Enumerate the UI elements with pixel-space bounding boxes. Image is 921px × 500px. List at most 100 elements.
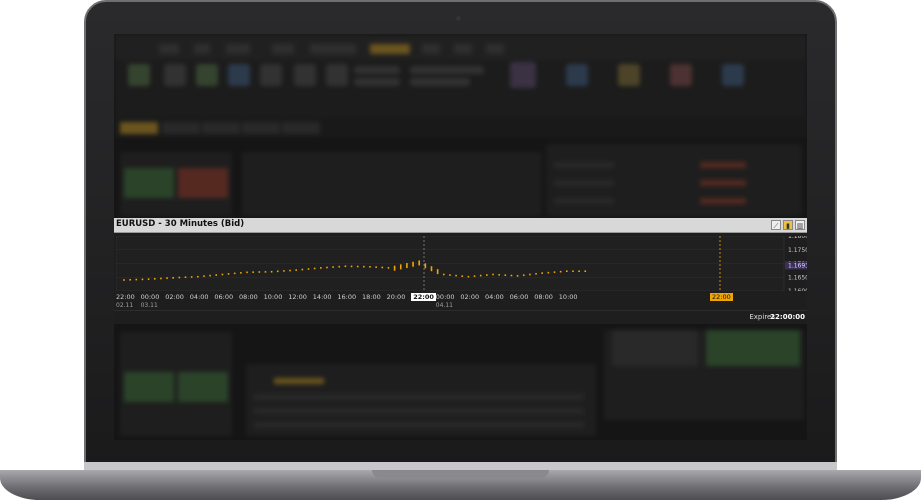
menu-item-active[interactable] xyxy=(370,44,410,54)
candle xyxy=(326,266,328,269)
price-plot[interactable]: 1.18001.17501.17001.16501.16001.1693 xyxy=(116,236,807,291)
time-tick-label: 06:00 xyxy=(509,293,529,301)
ribbon-icon[interactable] xyxy=(618,64,640,86)
expires-value: 22:00:00 xyxy=(770,313,805,321)
ribbon-icon[interactable] xyxy=(670,64,692,86)
candle xyxy=(486,274,488,276)
ribbon-icon[interactable] xyxy=(228,64,250,86)
table-row xyxy=(254,422,584,428)
ribbon-item[interactable] xyxy=(354,66,400,74)
candle xyxy=(123,279,125,281)
candle xyxy=(141,278,144,281)
time-tick-label: 04:00 xyxy=(485,293,504,301)
date-tick-label: 03.11 xyxy=(140,302,158,309)
time-tick-label: 22:00 xyxy=(411,293,436,301)
order-tile[interactable] xyxy=(706,330,800,366)
candle xyxy=(172,277,174,279)
time-tick-label: 10:00 xyxy=(558,293,578,301)
ribbon-icon[interactable] xyxy=(294,64,316,86)
time-tick-label: 22:00 xyxy=(116,293,135,301)
table-row xyxy=(254,408,584,414)
expiry-time-label: 22:00 xyxy=(710,293,733,301)
ribbon-icon[interactable] xyxy=(260,64,282,86)
menu-item[interactable] xyxy=(310,44,356,54)
price-tick-label: 1.1600 xyxy=(788,288,807,291)
ribbon-icon[interactable] xyxy=(128,64,150,86)
candle xyxy=(221,273,224,276)
time-tick-label: 18:00 xyxy=(362,293,381,301)
candle xyxy=(578,270,580,272)
candle xyxy=(461,275,464,277)
candle-icon[interactable]: ▮ xyxy=(783,220,793,230)
buy-tile[interactable] xyxy=(124,372,174,402)
price-tick-label: 1.1650 xyxy=(788,274,807,281)
ribbon-icon[interactable] xyxy=(566,64,588,86)
candle xyxy=(209,274,211,277)
candle xyxy=(399,264,402,270)
time-tick-label: 12:00 xyxy=(288,293,307,301)
candle xyxy=(283,270,285,272)
time-tick-label: 14:00 xyxy=(312,293,332,301)
chart-background xyxy=(242,152,542,216)
ribbon-item[interactable] xyxy=(354,78,400,86)
candle xyxy=(510,274,513,277)
candle xyxy=(443,273,445,276)
candle xyxy=(240,272,242,274)
quote-row xyxy=(700,198,746,204)
menu-item[interactable] xyxy=(272,44,294,54)
ribbon-item[interactable] xyxy=(410,66,484,74)
candle xyxy=(449,274,451,276)
candle xyxy=(553,271,556,273)
line-chart-icon[interactable]: ⟋ xyxy=(771,220,781,230)
time-tick-label: 20:00 xyxy=(386,293,406,301)
menu-item[interactable] xyxy=(226,44,250,54)
menu-item[interactable] xyxy=(159,44,179,54)
tab[interactable] xyxy=(242,122,280,134)
sell-tile[interactable] xyxy=(178,168,228,198)
menu-item[interactable] xyxy=(194,44,210,54)
ribbon-icon[interactable] xyxy=(510,62,536,88)
time-tick-label: 08:00 xyxy=(239,293,258,301)
time-tick-label: 16:00 xyxy=(337,293,357,301)
candle xyxy=(350,265,353,268)
candle xyxy=(387,267,390,269)
candle xyxy=(572,270,574,272)
candle xyxy=(301,268,304,271)
candle xyxy=(375,266,377,268)
quote-row xyxy=(554,198,614,204)
candle xyxy=(135,278,138,281)
ribbon-icon[interactable] xyxy=(196,64,218,86)
candle xyxy=(246,271,248,274)
ribbon-item[interactable] xyxy=(410,78,470,86)
menu-item[interactable] xyxy=(486,44,504,54)
tab[interactable] xyxy=(202,122,240,134)
ribbon-icon[interactable] xyxy=(722,64,744,86)
buy-tile[interactable] xyxy=(178,372,228,402)
expires-row: Expires 22:00:00 xyxy=(114,310,807,323)
candle xyxy=(184,276,187,279)
candle xyxy=(344,265,347,268)
candle xyxy=(215,274,218,276)
tab[interactable] xyxy=(282,122,320,134)
candle xyxy=(393,265,396,271)
buy-tile[interactable] xyxy=(124,168,174,198)
candle xyxy=(276,270,279,273)
candle xyxy=(178,276,181,279)
candle xyxy=(307,268,310,270)
menu-item[interactable] xyxy=(422,44,440,54)
screen: EURUSD - 30 Minutes (Bid) ⟋ ▮ ▥ 1.1800 1.… xyxy=(114,34,807,440)
order-tile[interactable] xyxy=(612,330,698,366)
candle xyxy=(203,275,205,277)
tab[interactable] xyxy=(162,122,200,134)
candle xyxy=(320,267,322,269)
bar-chart-icon[interactable]: ▥ xyxy=(795,220,805,230)
quote-row xyxy=(554,162,614,168)
quote-row xyxy=(700,162,746,168)
candle xyxy=(381,266,384,269)
menu-item[interactable] xyxy=(454,44,472,54)
ribbon-icon[interactable] xyxy=(164,64,186,86)
tab-active[interactable] xyxy=(120,122,158,134)
candle xyxy=(258,271,261,273)
ribbon-icon[interactable] xyxy=(326,64,348,86)
candle xyxy=(166,277,168,279)
